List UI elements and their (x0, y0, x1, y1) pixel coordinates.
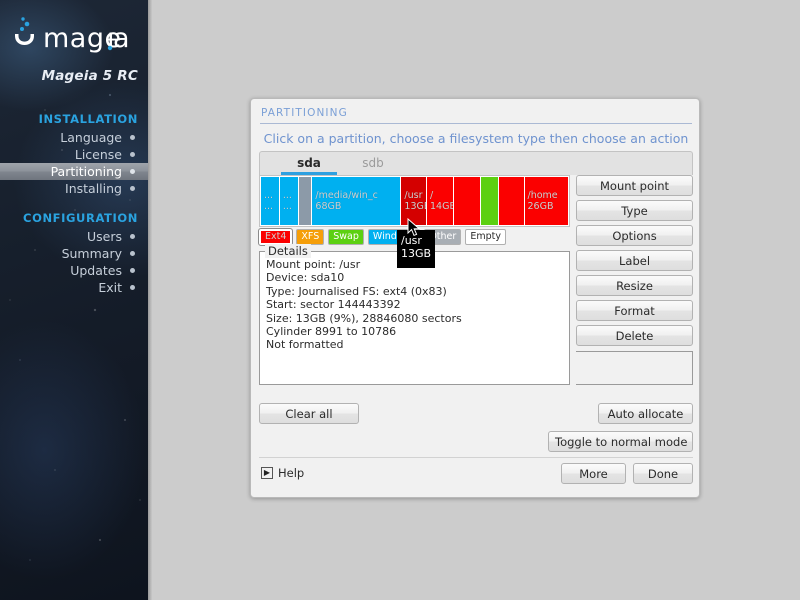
partition-action-buttons: Mount point Type Options Label Resize Format D… (576, 175, 693, 350)
partition-block[interactable] (498, 177, 524, 225)
version-label: Mageia 5 RC (41, 68, 138, 84)
sidebar-item-partitioning[interactable]: Partitioning (0, 163, 148, 180)
sidebar-item-language[interactable]: Language (0, 129, 148, 146)
partitioning-dialog: PARTITIONING Click on a partition, choos… (250, 98, 700, 498)
delete-button[interactable]: Delete (576, 325, 693, 346)
done-button[interactable]: Done (633, 463, 693, 484)
sidebar-item-label: Exit (98, 280, 122, 295)
details-panel-legend: Details (265, 244, 311, 258)
toggle-normal-mode-button[interactable]: Toggle to normal mode (548, 431, 693, 452)
partition-block[interactable] (298, 177, 312, 225)
partition-block[interactable]: /media/win_c 68GB (312, 177, 401, 225)
format-button[interactable]: Format (576, 300, 693, 321)
instruction-text: Click on a partition, choose a filesyste… (263, 131, 689, 146)
details-line: Device: sda10 (266, 271, 345, 285)
sidebar-item-license[interactable]: License (0, 146, 148, 163)
filesystem-legend: Ext4 XFS Swap Windows Other Empty (257, 228, 570, 246)
bullet-icon (130, 268, 135, 273)
sidebar-edge-divider (148, 0, 152, 600)
filesystem-option-xfs[interactable]: XFS (296, 229, 325, 245)
mount-point-button[interactable]: Mount point (576, 175, 693, 196)
sidebar-item-updates[interactable]: Updates (0, 262, 148, 279)
partition-block[interactable]: /14GB (427, 177, 453, 225)
help-label: Help (278, 466, 305, 480)
dialog-title: PARTITIONING (261, 107, 348, 119)
partition-label-size: ... (282, 201, 292, 212)
partition-label-size: 14GB (430, 201, 453, 212)
tab-sda[interactable]: sda (281, 151, 337, 175)
bullet-icon (130, 169, 135, 174)
partition-label-name: / (430, 190, 434, 201)
sidebar-item-exit[interactable]: Exit (0, 279, 148, 296)
details-panel: Mount point: /usr Device: sda10 Type: Jour… (259, 251, 570, 385)
partition-bar[interactable]: ............/media/win_c68GB/usr13GB/14G… (259, 175, 570, 227)
partition-label-size: ... (264, 201, 274, 212)
sidebar-item-label: Partitioning (50, 164, 122, 179)
details-line: Mount point: /usr (266, 258, 361, 271)
type-button[interactable]: Type (576, 200, 693, 221)
title-divider (260, 123, 692, 124)
partition-block[interactable]: /usr13GB (401, 177, 427, 225)
mageia-logo-svg: mage ı a (15, 17, 130, 54)
nav-section-installation: INSTALLATION (38, 112, 138, 126)
bullet-icon (130, 152, 135, 157)
partition-label-name: ... (264, 190, 274, 201)
help-button[interactable]: ▶ Help (261, 464, 304, 482)
partition-block[interactable] (453, 177, 480, 225)
partition-label-name: /home (527, 190, 558, 201)
details-line: Size: 13GB (9%), 28846080 sectors (266, 311, 462, 325)
bullet-icon (130, 135, 135, 140)
details-line: Cylinder 8991 to 10786 (266, 325, 397, 339)
nav-section-configuration: CONFIGURATION (23, 211, 138, 225)
installer-sidebar: mage ı a Mageia 5 RC INSTALLATION Langua… (0, 0, 148, 600)
partition-block[interactable] (480, 177, 498, 225)
play-triangle-icon: ▶ (261, 467, 273, 479)
partition-block[interactable]: ...... (279, 177, 298, 225)
mageia-logo: mage ı a (10, 14, 140, 58)
filesystem-option-swap[interactable]: Swap (328, 229, 364, 245)
sidebar-item-installing[interactable]: Installing (0, 180, 148, 197)
details-line: Type: Journalised FS: ext4 (0x83) (266, 284, 447, 298)
bullet-icon (130, 186, 135, 191)
clear-all-button[interactable]: Clear all (259, 403, 359, 424)
partition-block[interactable]: /home 26GB (524, 177, 568, 225)
filesystem-option-windows[interactable]: Windows (367, 229, 421, 245)
partition-label-name: ... (282, 190, 292, 201)
options-button[interactable]: Options (576, 225, 693, 246)
bullet-icon (130, 234, 135, 239)
partition-block[interactable]: ...... (261, 177, 279, 225)
sidebar-item-users[interactable]: Users (0, 228, 148, 245)
filesystem-option-other[interactable]: Other (424, 229, 462, 245)
sidebar-item-label: Installing (65, 181, 122, 196)
tab-sdb[interactable]: sdb (345, 151, 401, 175)
label-button[interactable]: Label (576, 250, 693, 271)
sidebar-item-label: Updates (70, 263, 122, 278)
sidebar-item-label: Users (86, 229, 122, 244)
bullet-icon (130, 285, 135, 290)
partition-label-size: 13GB (404, 201, 426, 212)
sidebar-item-label: Language (60, 130, 122, 145)
sidebar-item-summary[interactable]: Summary (0, 245, 148, 262)
details-panel-right-extension (576, 351, 693, 385)
svg-text:a: a (113, 23, 130, 54)
filesystem-option-ext4[interactable]: Ext4 (257, 228, 294, 246)
more-button[interactable]: More (561, 463, 626, 484)
partition-label-name: /media/win_c (315, 190, 378, 201)
footer-divider (259, 457, 693, 458)
sidebar-item-label: Summary (61, 246, 122, 261)
disk-tabs: sda sdb (259, 151, 693, 175)
sidebar-item-label: License (74, 147, 122, 162)
resize-button[interactable]: Resize (576, 275, 693, 296)
details-line: Not formatted (266, 338, 344, 352)
auto-allocate-button[interactable]: Auto allocate (598, 403, 693, 424)
details-text: Mount point: /usr Device: sda10 Type: Jour… (266, 258, 565, 352)
details-line: Start: sector 144443392 (266, 298, 401, 312)
bullet-icon (130, 251, 135, 256)
filesystem-option-empty[interactable]: Empty (465, 229, 506, 245)
partition-label-size: 68GB (315, 201, 342, 212)
partition-label-name: /usr (404, 190, 423, 201)
partition-label-size: 26GB (527, 201, 554, 212)
